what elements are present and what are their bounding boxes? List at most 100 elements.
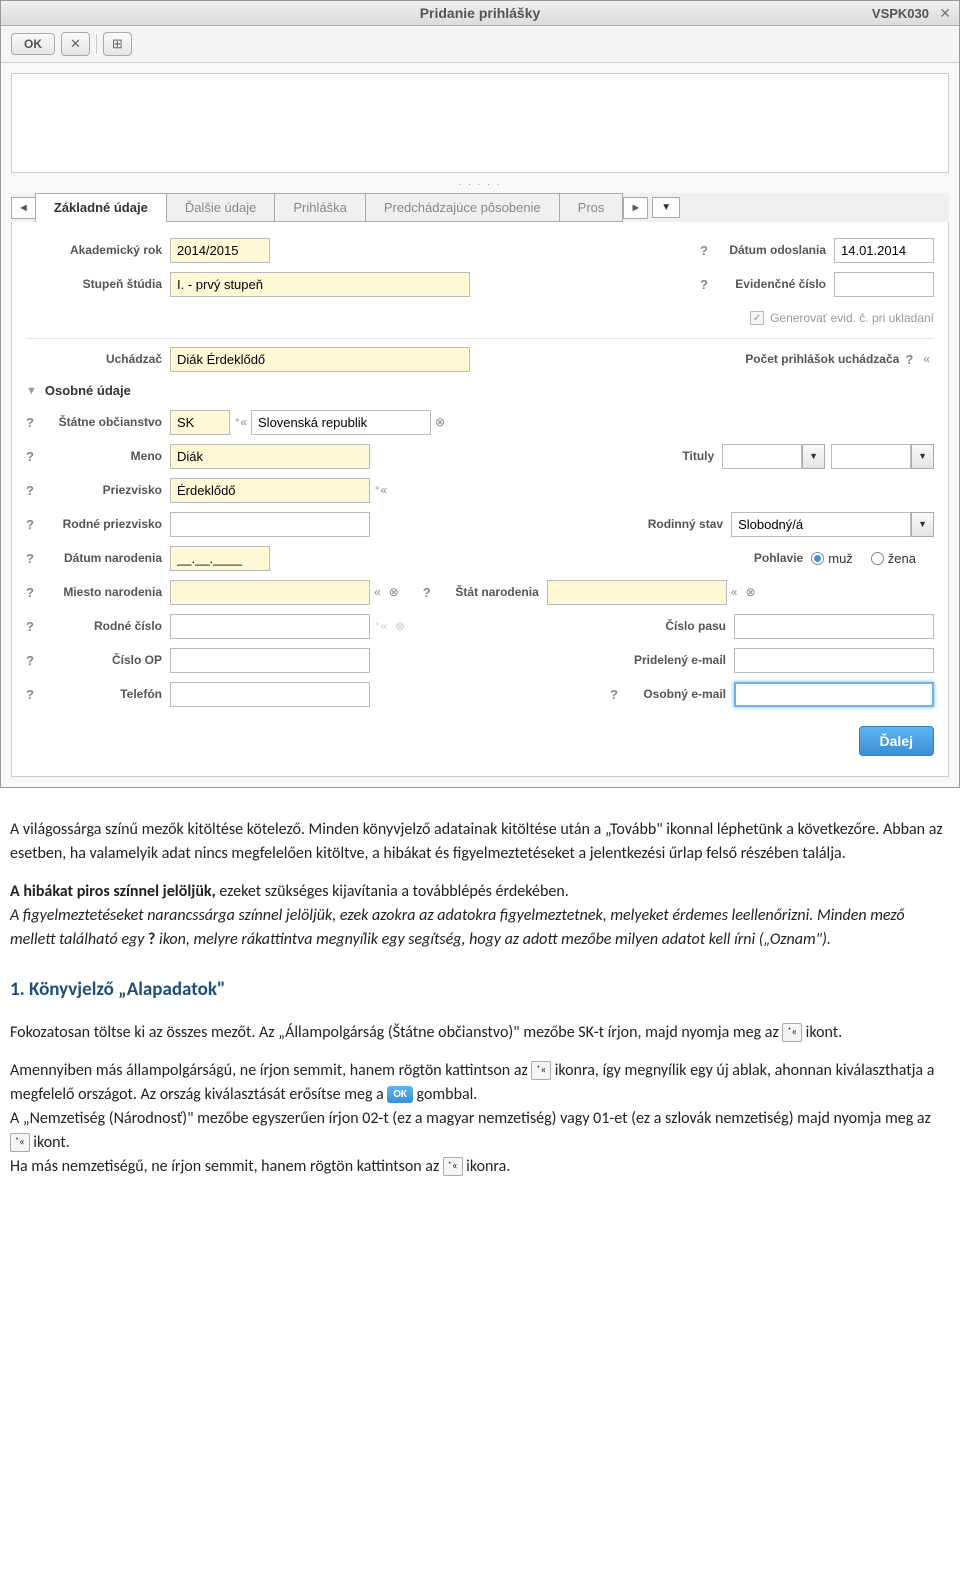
osobny-email-label: Osobný e-mail <box>624 687 734 701</box>
doc-text-span: ikont. <box>33 1133 70 1152</box>
datum-odoslania-label: Dátum odoslania <box>714 243 834 257</box>
tab-dropdown[interactable]: ▼ <box>652 197 680 218</box>
rodinny-stav-input[interactable] <box>731 512 911 537</box>
ok-inline-button: OK <box>387 1086 412 1103</box>
titlebar: Pridanie prihlášky VSPK030 ✕ <box>1 1 959 26</box>
lookup-icon[interactable]: ⁺« <box>370 483 391 497</box>
section-toggle-icon[interactable]: ▼ <box>26 385 37 397</box>
osobne-udaje-title: Osobné údaje <box>45 383 131 398</box>
help-icon[interactable]: ? <box>26 585 40 600</box>
doc-text-span: gombbal. <box>417 1085 478 1104</box>
clear-icon[interactable]: ⊗ <box>431 415 449 429</box>
help-icon[interactable]: ? <box>26 551 40 566</box>
obcianstvo-name-input[interactable] <box>251 410 431 435</box>
rodne-cislo-label: Rodné číslo <box>40 619 170 633</box>
dropdown-icon[interactable]: ▼ <box>911 512 934 537</box>
chevrons-icon[interactable]: « <box>919 352 934 366</box>
help-icon[interactable]: ? <box>26 449 40 464</box>
miesto-narodenia-label: Miesto narodenia <box>40 585 170 599</box>
tab-scroll-right[interactable]: ► <box>623 197 648 219</box>
lookup-icon[interactable]: ⁺« <box>230 415 251 429</box>
generovat-checkbox[interactable]: ✓ <box>750 311 764 325</box>
doc-text-span: Ha más nemzetiségű, ne írjon semmit, han… <box>10 1157 443 1176</box>
doc-text-span: Amennyiben más állampolgárságú, ne írjon… <box>10 1061 531 1080</box>
clear-icon[interactable]: ⊗ <box>385 585 403 599</box>
rodne-priezvisko-input[interactable] <box>170 512 370 537</box>
dropdown-icon[interactable]: ▼ <box>911 444 934 469</box>
datum-narodenia-input[interactable] <box>170 546 270 571</box>
cislo-op-input[interactable] <box>170 648 370 673</box>
evidencne-input[interactable] <box>834 272 934 297</box>
help-icon[interactable]: ? <box>26 517 40 532</box>
pohlavie-muz-radio[interactable]: muž <box>811 551 853 566</box>
dropdown-icon[interactable]: ▼ <box>802 444 825 469</box>
telefon-label: Telefón <box>40 687 170 701</box>
help-icon[interactable]: ? <box>26 415 40 430</box>
help-icon[interactable]: ? <box>423 585 437 600</box>
generovat-checkbox-row: ✓ Generovať evid. č. pri ukladaní <box>750 311 934 325</box>
rodne-cislo-input[interactable] <box>170 614 370 639</box>
toolbar-grid-icon[interactable]: ⊞ <box>103 32 132 56</box>
doc-text-span: Fokozatosan töltse ki az összes mezőt. A… <box>10 1023 782 1042</box>
help-icon[interactable]: ? <box>26 653 40 668</box>
uchadzac-label: Uchádzač <box>40 352 170 366</box>
doc-paragraph: A világossárga színű mezők kitöltése köt… <box>10 820 879 839</box>
telefon-input[interactable] <box>170 682 370 707</box>
pohlavie-zena-radio[interactable]: žena <box>871 551 916 566</box>
prideleny-email-label: Pridelený e-mail <box>614 653 734 667</box>
doc-text-span: ezeket szükséges kijavítania a továbblép… <box>219 882 568 901</box>
chevrons-icon[interactable]: « <box>370 585 385 599</box>
tab-zakladne-udaje[interactable]: Základné údaje <box>35 193 167 222</box>
cancel-icon-button[interactable]: ✕ <box>61 32 90 56</box>
priezvisko-input[interactable] <box>170 478 370 503</box>
prideleny-email-input[interactable] <box>734 648 934 673</box>
lookup-inline-icon: ⁺« <box>443 1157 463 1176</box>
pocet-label: Počet prihlášok uchádzača <box>745 352 905 366</box>
obcianstvo-code-input[interactable] <box>170 410 230 435</box>
help-icon[interactable]: ? <box>26 483 40 498</box>
uchadzac-input[interactable] <box>170 347 470 372</box>
tab-prihlaska[interactable]: Prihláška <box>274 193 365 222</box>
stupen-input[interactable] <box>170 272 470 297</box>
next-button[interactable]: Ďalej <box>859 726 934 756</box>
doc-bold: A hibákat piros színnel jelöljük, <box>10 882 219 901</box>
clear-icon[interactable]: ⊗ <box>741 585 759 599</box>
priezvisko-label: Priezvisko <box>40 483 170 497</box>
miesto-narodenia-input[interactable] <box>170 580 370 605</box>
rodinny-stav-label: Rodinný stav <box>631 517 731 531</box>
close-icon[interactable]: ✕ <box>939 5 951 22</box>
doc-text-span: ikonra. <box>466 1157 510 1176</box>
pohlavie-label: Pohlavie <box>711 551 811 565</box>
stupen-label: Stupeň štúdia <box>40 277 170 291</box>
help-icon[interactable]: ? <box>905 352 919 367</box>
evidencne-label: Evidenčné číslo <box>714 277 834 291</box>
toolbar: OK ✕ ⊞ <box>1 26 959 63</box>
help-icon[interactable]: ? <box>700 243 714 258</box>
help-icon[interactable]: ? <box>610 687 624 702</box>
tituly-input-1[interactable] <box>722 444 802 469</box>
tab-predchadzajuce[interactable]: Predchádzajúce pôsobenie <box>365 193 560 222</box>
lookup-icon: ⁺« <box>370 619 391 633</box>
resize-handle[interactable]: · · · · · <box>11 179 949 189</box>
stat-narodenia-input[interactable] <box>547 580 727 605</box>
chevrons-icon[interactable]: « <box>727 585 742 599</box>
tab-dalsie-udaje[interactable]: Ďalšie údaje <box>166 193 276 222</box>
datum-narodenia-label: Dátum narodenia <box>40 551 170 565</box>
cislo-pasu-input[interactable] <box>734 614 934 639</box>
ok-button[interactable]: OK <box>11 33 55 55</box>
osobny-email-input[interactable] <box>734 682 934 707</box>
tituly-label: Tituly <box>642 449 722 463</box>
lookup-inline-icon: ⁺« <box>782 1023 802 1042</box>
meno-input[interactable] <box>170 444 370 469</box>
tab-scroll-left[interactable]: ◄ <box>11 197 36 219</box>
doc-heading: 1. Könyvjelző „Alapadatok" <box>10 976 950 1005</box>
tituly-input-2[interactable] <box>831 444 911 469</box>
akademicky-rok-input[interactable] <box>170 238 270 263</box>
help-icon[interactable]: ? <box>26 619 40 634</box>
tab-pros[interactable]: Pros <box>559 193 624 222</box>
datum-odoslania-input[interactable] <box>834 238 934 263</box>
obcianstvo-label: Štátne občianstvo <box>40 415 170 429</box>
help-icon[interactable]: ? <box>700 277 714 292</box>
help-icon[interactable]: ? <box>26 687 40 702</box>
cislo-op-label: Číslo OP <box>40 653 170 667</box>
